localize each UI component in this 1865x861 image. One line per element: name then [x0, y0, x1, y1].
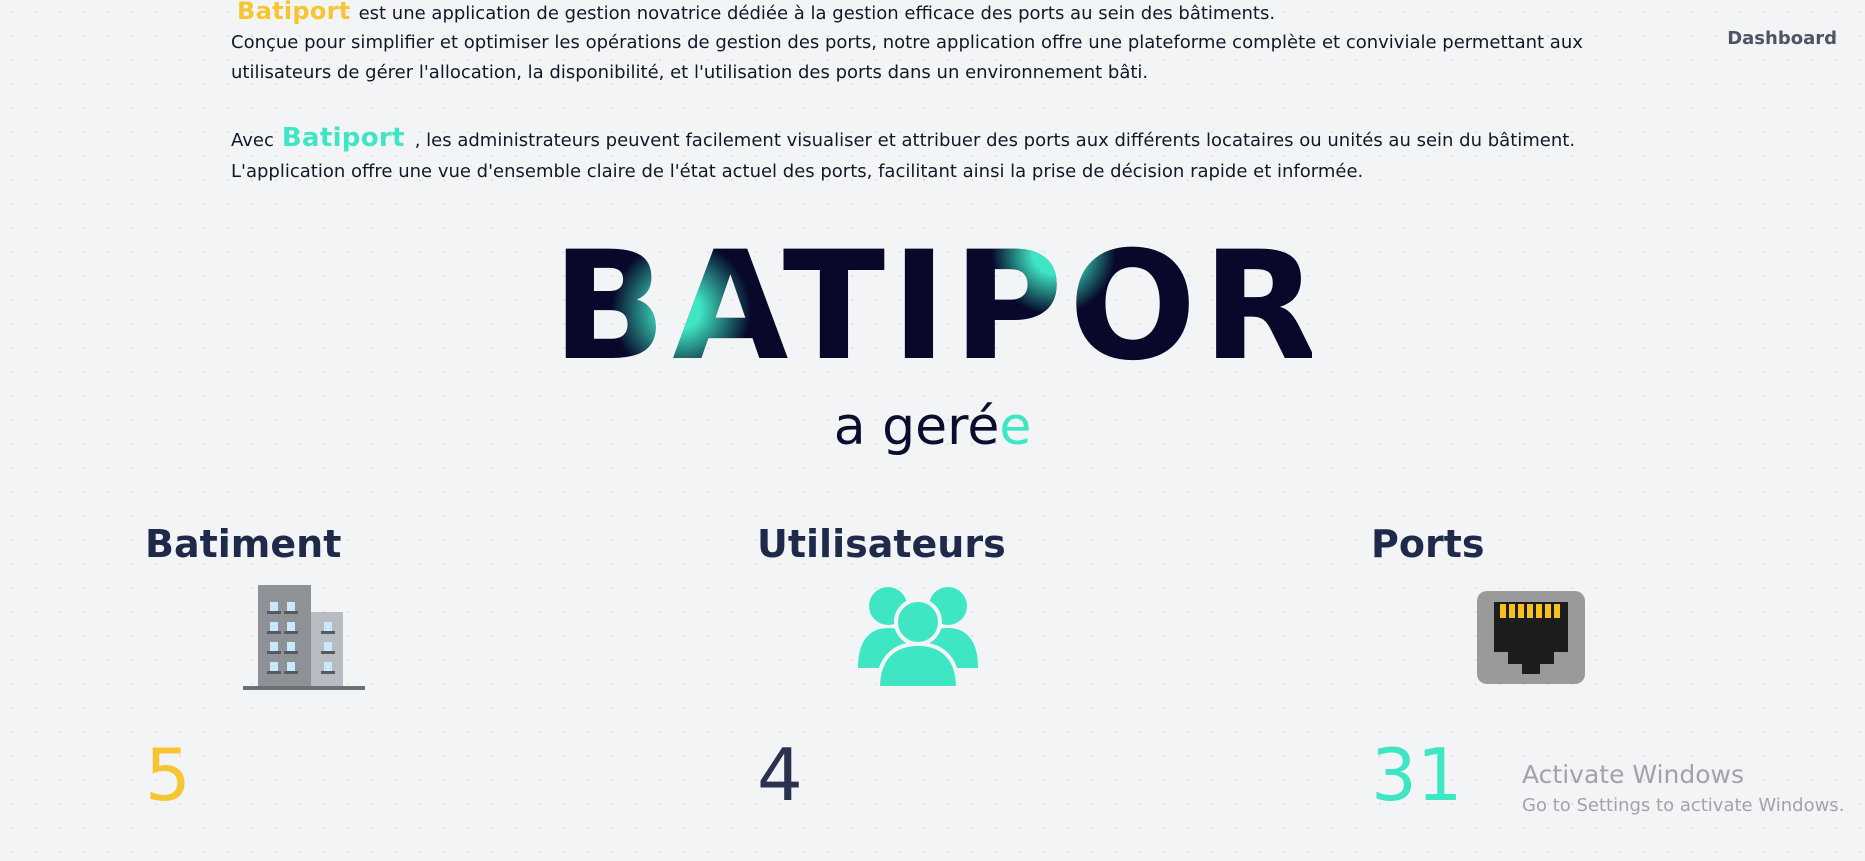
- windows-activation-watermark: Activate Windows Go to Settings to activ…: [1522, 760, 1844, 816]
- stat-label: Utilisateurs: [757, 522, 1006, 566]
- hero-subtitle-main: a geré: [833, 397, 1000, 457]
- stat-label: Ports: [1371, 522, 1485, 566]
- intro-paragraph-4: L'application offre une vue d'ensemble c…: [231, 161, 1364, 182]
- intro-paragraph-2: Conçue pour simplifier et optimiser les …: [231, 32, 1583, 83]
- ethernet-port-icon: [1476, 590, 1586, 690]
- stat-value: 5: [145, 733, 191, 817]
- hero-title: BATIPORT: [552, 220, 1426, 394]
- dashboard-link[interactable]: Dashboard: [1727, 28, 1837, 49]
- intro-paragraph-3: Avec Batiport , les administrateurs peuven…: [231, 123, 1575, 156]
- intro-paragraph-1: Batiport est une application de gestion n…: [231, 0, 1275, 29]
- brand-name-teal: Batiport: [281, 123, 405, 153]
- intro-p3-lead: Avec: [231, 130, 274, 151]
- brand-name-yellow: Batiport: [237, 0, 351, 25]
- intro-p3-text: , les administrateurs peuvent facilement…: [414, 130, 1576, 151]
- watermark-line-2: Go to Settings to activate Windows.: [1522, 795, 1845, 816]
- building-icon: [243, 580, 365, 696]
- hero-subtitle: a gerée: [0, 397, 1865, 457]
- stat-label: Batiment: [145, 522, 342, 566]
- hero-subtitle-accent: e: [999, 397, 1032, 457]
- users-icon: [856, 580, 980, 694]
- stat-value: 4: [757, 733, 803, 817]
- watermark-line-1: Activate Windows: [1522, 760, 1744, 789]
- intro-p1-text: est une application de gestion novatrice…: [358, 3, 1276, 24]
